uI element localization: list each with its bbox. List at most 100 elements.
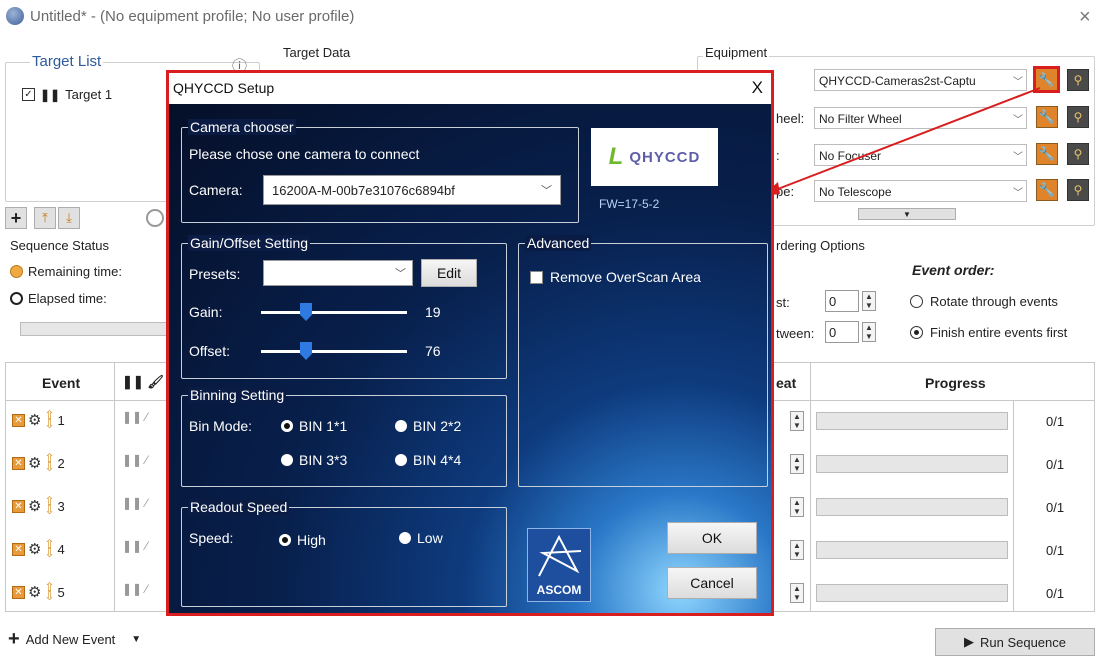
target-name: Target 1 xyxy=(65,87,113,102)
table-row[interactable]: ✕ ⚙ ⇧ ⇩ 1 xyxy=(12,409,65,430)
ordering-field1-input[interactable]: 0 xyxy=(825,290,859,312)
event-progress-text: 0/1 xyxy=(1046,500,1065,515)
checkbox-icon[interactable] xyxy=(530,270,543,284)
bin-2x2-radio[interactable]: BIN 2*2 xyxy=(395,418,461,434)
dialog-close-button[interactable]: X xyxy=(752,78,763,98)
focuser-link-icon[interactable]: ⚲ xyxy=(1067,143,1089,165)
row-status-icons: ❚❚ ⁄ xyxy=(122,539,148,553)
ascom-star-icon xyxy=(538,534,582,577)
event-progress-text: 0/1 xyxy=(1046,414,1065,429)
gear-icon[interactable]: ⚙ xyxy=(28,411,41,429)
remove-overscan-checkbox[interactable]: Remove OverScan Area xyxy=(530,269,701,285)
table-row[interactable]: ✕ ⚙ ⇧ ⇩ 3 xyxy=(12,495,65,516)
move-bottom-button[interactable]: ⤓ xyxy=(58,207,80,229)
bin-mode-label: Bin Mode: xyxy=(189,418,253,434)
camera-select[interactable]: 16200A-M-00b7e31076c6894bf ﹀ xyxy=(263,175,561,205)
event-order-label: Event order: xyxy=(912,262,995,278)
rotate-events-radio[interactable]: Rotate through events xyxy=(910,294,1058,309)
camera-connect-link-icon[interactable]: ⚲ xyxy=(1067,69,1089,91)
ordering-field2-input[interactable]: 0 xyxy=(825,321,859,343)
ascom-text: ASCOM xyxy=(536,583,582,597)
ordering-options-title: rdering Options xyxy=(776,238,865,253)
ok-button[interactable]: OK xyxy=(667,522,757,554)
repeat-spinner[interactable]: ▲ ▼ xyxy=(790,583,804,603)
chevron-down-icon: ﹀ xyxy=(541,185,552,197)
circle-icon[interactable] xyxy=(146,209,164,227)
offset-slider[interactable] xyxy=(261,350,407,353)
delete-event-icon[interactable]: ✕ xyxy=(12,499,25,513)
bin-3x3-radio[interactable]: BIN 3*3 xyxy=(281,452,347,468)
run-sequence-button[interactable]: ▶ Run Sequence xyxy=(935,628,1095,656)
bin-1x1-radio[interactable]: BIN 1*1 xyxy=(281,418,347,434)
repeat-spinner[interactable]: ▲ ▼ xyxy=(790,497,804,517)
gear-icon[interactable]: ⚙ xyxy=(28,497,41,515)
event-progress-text: 0/1 xyxy=(1046,543,1065,558)
elapsed-time-row: Elapsed time: xyxy=(10,291,107,306)
delete-event-icon[interactable]: ✕ xyxy=(12,585,25,599)
move-event-icon[interactable]: ⇧ ⇩ xyxy=(44,409,54,430)
ordering-field2-spinner[interactable]: ▲ ▼ xyxy=(862,322,876,342)
qhyccd-setup-dialog: QHYCCD Setup X Camera chooser Please cho… xyxy=(166,70,774,616)
clock-icon xyxy=(10,265,23,278)
sequence-progress-bar xyxy=(20,322,170,336)
col-header-status-icons: ❚❚ 🖌 xyxy=(122,374,164,389)
bin-4x4-radio[interactable]: BIN 4*4 xyxy=(395,452,461,468)
gain-slider[interactable] xyxy=(261,311,407,314)
add-target-button[interactable]: + xyxy=(5,207,27,229)
event-progress-bar xyxy=(816,584,1008,602)
event-progress-bar xyxy=(816,541,1008,559)
camera-label: Camera: xyxy=(189,182,243,198)
row-status-icons: ❚❚ ⁄ xyxy=(122,582,148,596)
repeat-spinner[interactable]: ▲ ▼ xyxy=(790,540,804,560)
move-event-icon[interactable]: ⇧ ⇩ xyxy=(44,452,54,473)
move-top-button[interactable]: ⤒ xyxy=(34,207,56,229)
delete-event-icon[interactable]: ✕ xyxy=(12,413,25,427)
gain-label: Gain: xyxy=(189,304,223,320)
repeat-spinner[interactable]: ▲ ▼ xyxy=(790,454,804,474)
gain-value: 19 xyxy=(425,304,441,320)
event-progress-text: 0/1 xyxy=(1046,457,1065,472)
telescope-link-icon[interactable]: ⚲ xyxy=(1067,179,1089,201)
gear-icon[interactable]: ⚙ xyxy=(28,583,41,601)
delete-event-icon[interactable]: ✕ xyxy=(12,456,25,470)
ordering-field1-spinner[interactable]: ▲ ▼ xyxy=(862,291,876,311)
gear-icon[interactable]: ⚙ xyxy=(28,454,41,472)
binning-group: Binning Setting xyxy=(181,387,507,487)
plus-icon: + xyxy=(8,628,20,650)
repeat-spinner[interactable]: ▲ ▼ xyxy=(790,411,804,431)
delete-event-icon[interactable]: ✕ xyxy=(12,542,25,556)
table-row[interactable]: ✕ ⚙ ⇧ ⇩ 5 xyxy=(12,581,65,602)
sequence-status-title: Sequence Status xyxy=(10,238,110,253)
speed-high-radio[interactable]: High xyxy=(279,532,326,548)
ordering-field1-label: st: xyxy=(776,295,790,310)
cancel-button[interactable]: Cancel xyxy=(667,567,757,599)
presets-label: Presets: xyxy=(189,266,241,282)
finish-events-radio[interactable]: Finish entire events first xyxy=(910,325,1067,340)
offset-value: 76 xyxy=(425,343,441,359)
chevron-down-icon: ﹀ xyxy=(395,268,406,280)
filter-link-icon[interactable]: ⚲ xyxy=(1067,106,1089,128)
firmware-version: FW=17-5-2 xyxy=(599,197,660,211)
checkbox-icon[interactable]: ✓ xyxy=(22,88,35,101)
logo-mark-icon: L xyxy=(608,143,624,170)
gear-icon[interactable]: ⚙ xyxy=(28,540,41,558)
move-event-icon[interactable]: ⇧ ⇩ xyxy=(44,581,54,602)
readout-speed-group: Readout Speed xyxy=(181,499,507,607)
presets-select[interactable]: ﹀ xyxy=(263,260,413,286)
camera-prompt: Please chose one camera to connect xyxy=(189,146,420,162)
presets-edit-button[interactable]: Edit xyxy=(421,259,477,287)
target-list-item[interactable]: ✓ ❚❚ Target 1 xyxy=(22,87,112,102)
equipment-title: Equipment xyxy=(703,45,770,60)
window-close-button[interactable]: × xyxy=(1079,6,1091,29)
table-row[interactable]: ✕ ⚙ ⇧ ⇩ 2 xyxy=(12,452,65,473)
dialog-title: QHYCCD Setup xyxy=(169,73,771,104)
speed-low-radio[interactable]: Low xyxy=(399,530,443,546)
table-col-divider xyxy=(1013,400,1014,612)
move-event-icon[interactable]: ⇧ ⇩ xyxy=(44,538,54,559)
col-header-repeat: eat xyxy=(776,375,797,391)
target-list-title: Target List xyxy=(30,53,104,70)
table-row[interactable]: ✕ ⚙ ⇧ ⇩ 4 xyxy=(12,538,65,559)
event-progress-bar xyxy=(816,498,1008,516)
move-event-icon[interactable]: ⇧ ⇩ xyxy=(44,495,54,516)
add-new-event-button[interactable]: + Add New Event ▼ xyxy=(8,628,141,651)
